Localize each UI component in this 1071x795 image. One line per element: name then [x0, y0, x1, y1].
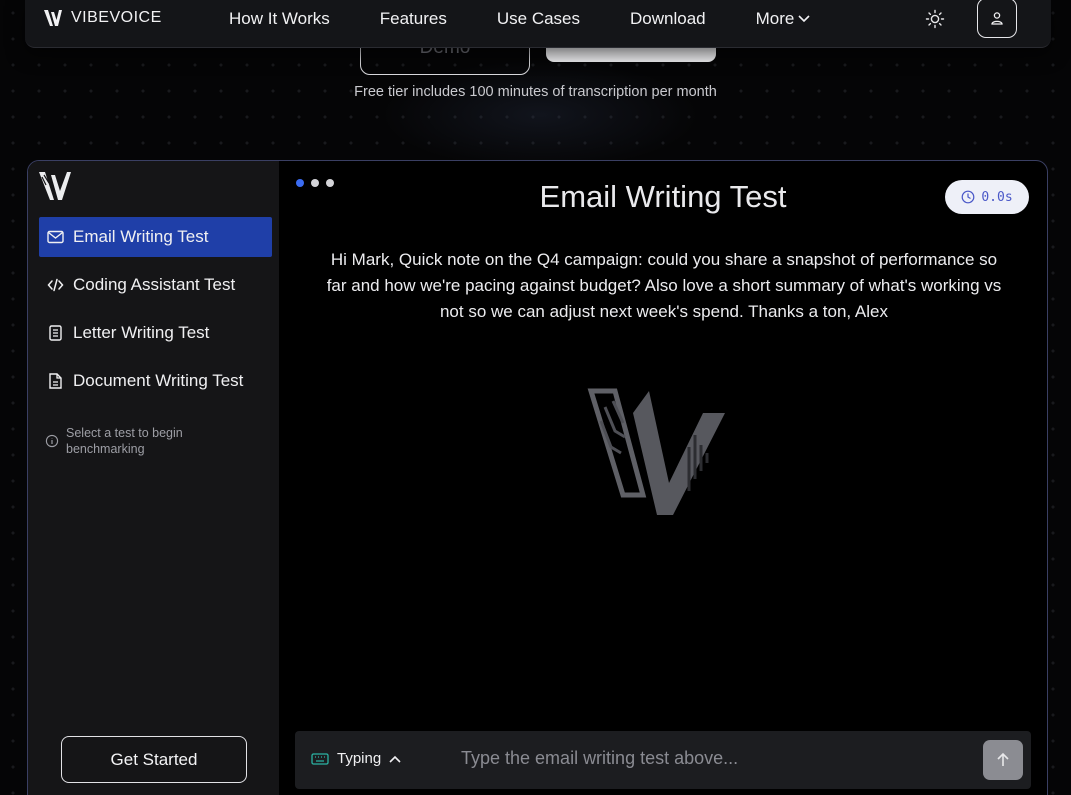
mail-icon — [47, 230, 64, 244]
sidebar-item-coding-assistant-test[interactable]: Coding Assistant Test — [39, 265, 272, 305]
sidebar-item-label: Coding Assistant Test — [73, 275, 236, 294]
vibevoice-logo-icon — [44, 10, 62, 26]
input-mode-selector[interactable]: Typing — [311, 750, 401, 767]
timer-value: 0.0s — [981, 189, 1013, 205]
test-passage: Hi Mark, Quick note on the Q4 campaign: … — [326, 250, 1002, 321]
test-panel: Email Writing Test 0.0s Hi Mark, Quick n… — [279, 161, 1047, 795]
sidebar: Email Writing Test Coding Assistant Test… — [28, 161, 279, 795]
nav-link-how-it-works[interactable]: How It Works — [229, 9, 330, 29]
sidebar-item-label: Email Writing Test — [73, 227, 209, 246]
nav-link-features[interactable]: Features — [380, 9, 447, 29]
nav-link-download[interactable]: Download — [630, 9, 706, 29]
chevron-down-icon — [798, 15, 810, 23]
nav-links: How It Works Features Use Cases Download… — [229, 9, 860, 29]
arrow-up-icon — [997, 752, 1009, 766]
sidebar-item-label: Document Writing Test — [73, 371, 244, 390]
account-button[interactable] — [977, 0, 1017, 38]
sidebar-hint: Select a test to begin benchmarking — [45, 425, 245, 457]
test-title: Email Writing Test — [539, 179, 787, 214]
clock-icon — [961, 190, 975, 204]
sidebar-item-email-writing-test[interactable]: Email Writing Test — [39, 217, 272, 257]
timer-badge: 0.0s — [945, 180, 1029, 214]
free-tier-note: Free tier includes 100 minutes of transc… — [354, 84, 717, 100]
nav-link-use-cases[interactable]: Use Cases — [497, 9, 580, 29]
vibevoice-watermark-logo-icon — [587, 388, 725, 515]
navbar: VIBEVOICE How It Works Features Use Case… — [25, 0, 1051, 48]
user-icon — [991, 12, 1003, 25]
document-icon — [49, 325, 62, 341]
benchmark-app-window: Email Writing Test Coding Assistant Test… — [27, 160, 1048, 795]
brand-name: VIBEVOICE — [71, 9, 162, 26]
get-started-button[interactable]: Get Started — [61, 736, 247, 783]
sidebar-item-document-writing-test[interactable]: Document Writing Test — [39, 361, 272, 401]
send-button[interactable] — [983, 740, 1023, 780]
code-icon — [47, 278, 64, 292]
file-text-icon — [49, 373, 62, 389]
input-bar: Typing — [295, 731, 1031, 789]
keyboard-icon — [311, 752, 329, 765]
nav-link-more-label: More — [755, 9, 795, 28]
brand[interactable]: VIBEVOICE — [43, 9, 162, 27]
sidebar-item-label: Letter Writing Test — [73, 323, 210, 342]
info-icon — [45, 434, 59, 448]
test-input[interactable] — [461, 748, 971, 769]
nav-link-more[interactable]: More — [756, 9, 811, 29]
input-mode-label: Typing — [337, 750, 382, 767]
background-glow — [380, 60, 700, 170]
theme-toggle-sun-icon[interactable] — [925, 9, 945, 29]
sidebar-item-letter-writing-test[interactable]: Letter Writing Test — [39, 313, 272, 353]
chevron-up-icon — [389, 755, 401, 763]
sidebar-hint-text: Select a test to begin benchmarking — [66, 426, 183, 456]
vibevoice-logo-icon — [39, 172, 71, 200]
